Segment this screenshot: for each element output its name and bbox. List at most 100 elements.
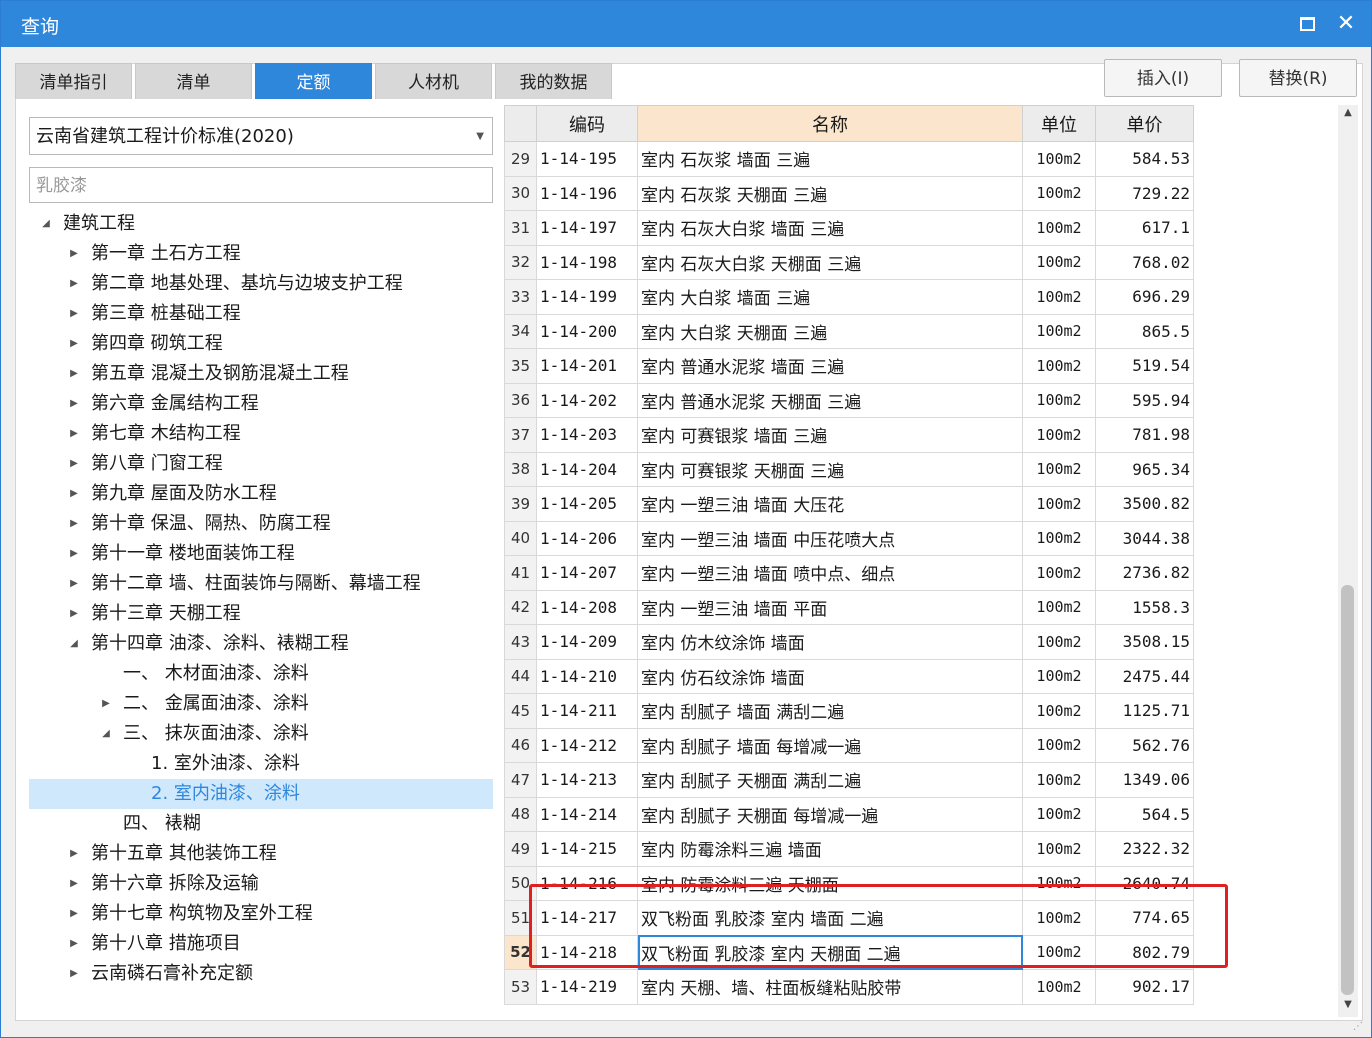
collapse-arrow-icon[interactable]: ▶ xyxy=(67,569,81,599)
code-cell[interactable]: 1-14-219 xyxy=(536,969,638,1005)
name-cell[interactable]: 室内 天棚、墙、柱面板缝粘贴胶带 xyxy=(637,969,1023,1005)
unit-cell[interactable]: 100m2 xyxy=(1022,589,1096,625)
tree-node[interactable]: ▶ 第十章 保温、隔热、防腐工程 xyxy=(29,509,493,539)
tree-node[interactable]: ▶ 第一章 土石方工程 xyxy=(29,239,493,269)
tree-node[interactable]: ◢ 三、 抹灰面油漆、涂料 xyxy=(29,719,493,749)
unit-cell[interactable]: 100m2 xyxy=(1022,796,1096,832)
price-cell[interactable]: 1125.71 xyxy=(1095,693,1194,729)
code-cell[interactable]: 1-14-195 xyxy=(536,141,638,177)
row-number-cell[interactable]: 34 xyxy=(504,313,537,349)
unit-cell[interactable]: 100m2 xyxy=(1022,520,1096,556)
price-cell[interactable]: 595.94 xyxy=(1095,382,1194,418)
code-cell[interactable]: 1-14-201 xyxy=(536,348,638,384)
tab-list-guide[interactable]: 清单指引 xyxy=(15,63,132,99)
tree-node[interactable]: ▶ 第十一章 楼地面装饰工程 xyxy=(29,539,493,569)
tree-node[interactable]: ▶ 第十七章 构筑物及室外工程 xyxy=(29,899,493,929)
price-cell[interactable]: 696.29 xyxy=(1095,279,1194,315)
search-input[interactable]: 乳胶漆 xyxy=(29,167,493,203)
name-cell[interactable]: 室内 刮腻子 天棚面 满刮二遍 xyxy=(637,762,1023,798)
tree-node[interactable]: ◢ 建筑工程 xyxy=(29,209,493,239)
collapse-arrow-icon[interactable]: ▶ xyxy=(67,599,81,629)
tree-node[interactable]: ▶ 第十二章 墙、柱面装饰与隔断、幕墙工程 xyxy=(29,569,493,599)
price-cell[interactable]: 1558.3 xyxy=(1095,589,1194,625)
unit-cell[interactable]: 100m2 xyxy=(1022,348,1096,384)
unit-cell[interactable]: 100m2 xyxy=(1022,313,1096,349)
name-cell[interactable]: 室内 防霉涂料三遍 墙面 xyxy=(637,831,1023,867)
name-cell[interactable]: 室内 石灰浆 墙面 三遍 xyxy=(637,141,1023,177)
code-cell[interactable]: 1-14-203 xyxy=(536,417,638,453)
close-icon[interactable]: ✕ xyxy=(1331,9,1361,39)
collapse-arrow-icon[interactable]: ▶ xyxy=(67,479,81,509)
price-cell[interactable]: 768.02 xyxy=(1095,244,1194,280)
row-number-cell[interactable]: 46 xyxy=(504,727,537,763)
unit-cell[interactable]: 100m2 xyxy=(1022,658,1096,694)
unit-cell[interactable]: 100m2 xyxy=(1022,382,1096,418)
price-cell[interactable]: 3500.82 xyxy=(1095,486,1194,522)
price-cell[interactable]: 564.5 xyxy=(1095,796,1194,832)
unit-cell[interactable]: 100m2 xyxy=(1022,244,1096,280)
table-row[interactable]: 48 1-14-214 室内 刮腻子 天棚面 每增减一遍 100m2 564.5 xyxy=(504,796,1194,832)
price-cell[interactable]: 902.17 xyxy=(1095,969,1194,1005)
tree-node[interactable]: 四、 裱糊 xyxy=(29,809,493,839)
collapse-arrow-icon[interactable]: ▶ xyxy=(67,869,81,899)
row-number-cell[interactable]: 39 xyxy=(504,486,537,522)
row-number-cell[interactable]: 45 xyxy=(504,693,537,729)
table-row[interactable]: 42 1-14-208 室内 一塑三油 墙面 平面 100m2 1558.3 xyxy=(504,589,1194,625)
name-cell[interactable]: 室内 普通水泥浆 墙面 三遍 xyxy=(637,348,1023,384)
price-cell[interactable]: 865.5 xyxy=(1095,313,1194,349)
code-cell[interactable]: 1-14-212 xyxy=(536,727,638,763)
code-cell[interactable]: 1-14-202 xyxy=(536,382,638,418)
table-row[interactable]: 40 1-14-206 室内 一塑三油 墙面 中压花喷大点 100m2 3044.38 xyxy=(504,520,1194,556)
code-cell[interactable]: 1-14-213 xyxy=(536,762,638,798)
code-cell[interactable]: 1-14-204 xyxy=(536,451,638,487)
table-row[interactable]: 36 1-14-202 室内 普通水泥浆 天棚面 三遍 100m2 595.94 xyxy=(504,382,1194,418)
tree-node[interactable]: ▶ 二、 金属面油漆、涂料 xyxy=(29,689,493,719)
row-number-cell[interactable]: 38 xyxy=(504,451,537,487)
collapse-arrow-icon[interactable]: ▶ xyxy=(67,239,81,269)
row-number-cell[interactable]: 30 xyxy=(504,175,537,211)
table-row[interactable]: 38 1-14-204 室内 可赛银浆 天棚面 三遍 100m2 965.34 xyxy=(504,451,1194,487)
tab-list[interactable]: 清单 xyxy=(135,63,252,99)
price-column-header[interactable]: 单价 xyxy=(1095,105,1194,142)
resize-grip-icon[interactable]: ⋰ xyxy=(1353,1021,1363,1032)
unit-cell[interactable]: 100m2 xyxy=(1022,279,1096,315)
price-cell[interactable]: 3044.38 xyxy=(1095,520,1194,556)
table-row[interactable]: 47 1-14-213 室内 刮腻子 天棚面 满刮二遍 100m2 1349.06 xyxy=(504,762,1194,798)
tree-node[interactable]: ▶ 第七章 木结构工程 xyxy=(29,419,493,449)
unit-cell[interactable]: 100m2 xyxy=(1022,175,1096,211)
price-cell[interactable]: 781.98 xyxy=(1095,417,1194,453)
row-number-cell[interactable]: 40 xyxy=(504,520,537,556)
table-row[interactable]: 29 1-14-195 室内 石灰浆 墙面 三遍 100m2 584.53 xyxy=(504,141,1194,177)
scroll-down-icon[interactable]: ▼ xyxy=(1338,999,1358,1010)
table-row[interactable]: 33 1-14-199 室内 大白浆 墙面 三遍 100m2 696.29 xyxy=(504,279,1194,315)
tree-node[interactable]: ▶ 第九章 屋面及防水工程 xyxy=(29,479,493,509)
collapse-arrow-icon[interactable]: ▶ xyxy=(67,269,81,299)
collapse-arrow-icon[interactable]: ▶ xyxy=(67,329,81,359)
chevron-down-icon[interactable]: ▼ xyxy=(476,118,484,156)
unit-cell[interactable]: 100m2 xyxy=(1022,624,1096,660)
row-number-cell[interactable]: 37 xyxy=(504,417,537,453)
price-cell[interactable]: 519.54 xyxy=(1095,348,1194,384)
code-cell[interactable]: 1-14-196 xyxy=(536,175,638,211)
tree-node[interactable]: ▶ 第十三章 天棚工程 xyxy=(29,599,493,629)
collapse-arrow-icon[interactable]: ▶ xyxy=(67,389,81,419)
code-cell[interactable]: 1-14-197 xyxy=(536,210,638,246)
collapse-arrow-icon[interactable]: ▶ xyxy=(67,419,81,449)
tree-node[interactable]: ◢ 第十四章 油漆、涂料、裱糊工程 xyxy=(29,629,493,659)
unit-cell[interactable]: 100m2 xyxy=(1022,555,1096,591)
code-cell[interactable]: 1-14-199 xyxy=(536,279,638,315)
unit-cell[interactable]: 100m2 xyxy=(1022,486,1096,522)
table-row[interactable]: 45 1-14-211 室内 刮腻子 墙面 满刮二遍 100m2 1125.71 xyxy=(504,693,1194,729)
unit-cell[interactable]: 100m2 xyxy=(1022,210,1096,246)
collapse-arrow-icon[interactable]: ▶ xyxy=(67,959,81,989)
collapse-arrow-icon[interactable]: ▶ xyxy=(67,899,81,929)
expand-arrow-icon[interactable]: ◢ xyxy=(67,629,81,659)
code-cell[interactable]: 1-14-215 xyxy=(536,831,638,867)
price-cell[interactable]: 584.53 xyxy=(1095,141,1194,177)
code-cell[interactable]: 1-14-206 xyxy=(536,520,638,556)
tree-node[interactable]: ▶ 第十六章 拆除及运输 xyxy=(29,869,493,899)
code-cell[interactable]: 1-14-211 xyxy=(536,693,638,729)
collapse-arrow-icon[interactable]: ▶ xyxy=(99,689,113,719)
name-cell[interactable]: 室内 可赛银浆 墙面 三遍 xyxy=(637,417,1023,453)
tree-node[interactable]: ▶ 第八章 门窗工程 xyxy=(29,449,493,479)
